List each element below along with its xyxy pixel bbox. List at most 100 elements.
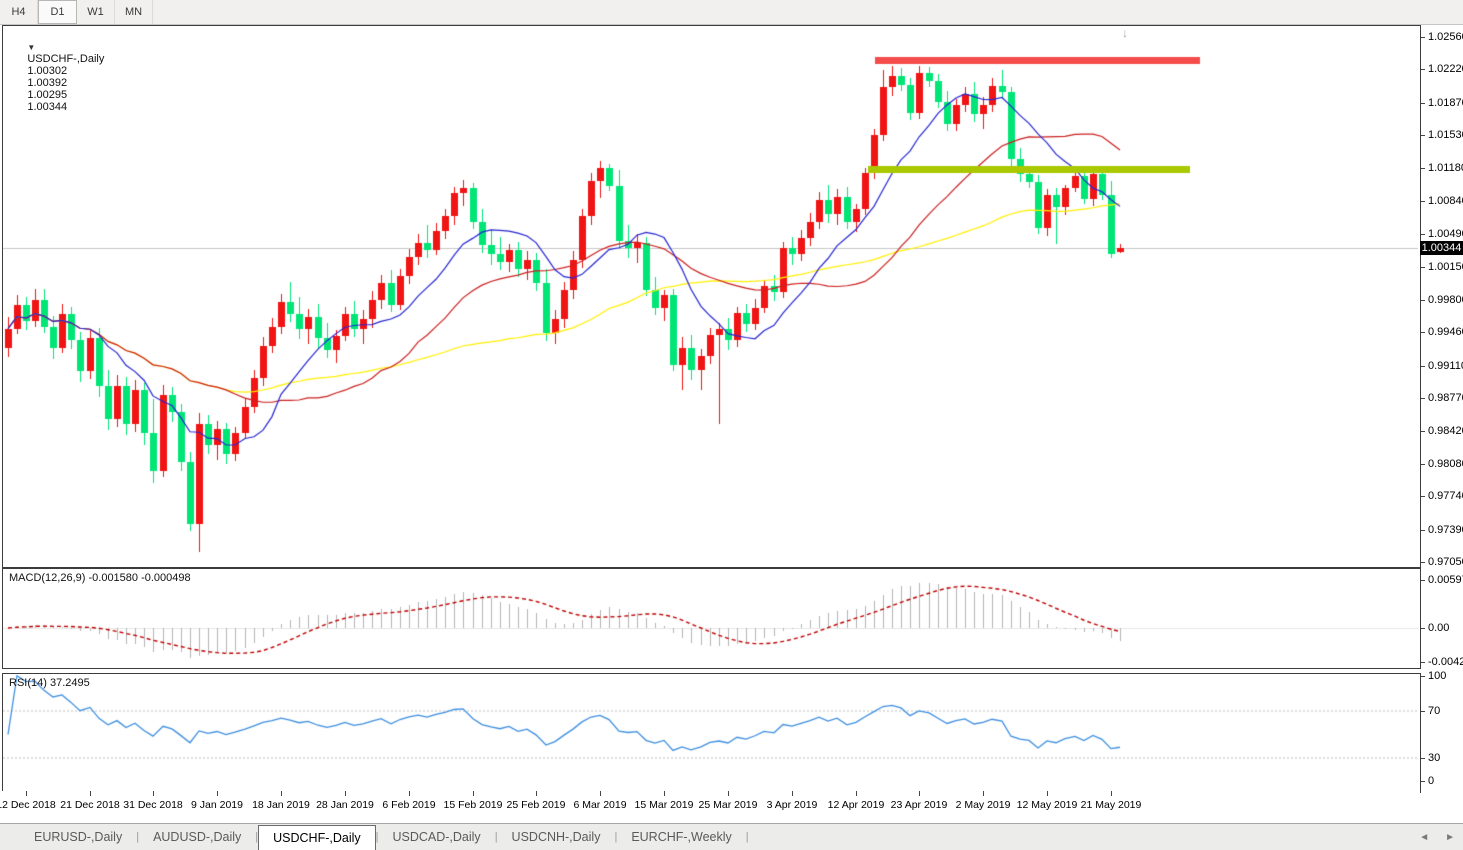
- date-axis-label: 12 Dec 2018: [0, 799, 56, 811]
- price-chart-panel: ▼ USDCHF-,Daily 1.00302 1.00392 1.00295 …: [2, 25, 1421, 568]
- date-axis-label: 6 Feb 2019: [382, 799, 435, 811]
- rsi-tick: [1421, 711, 1425, 712]
- timeframe-button-w1[interactable]: W1: [77, 0, 115, 24]
- timeframe-button-mn[interactable]: MN: [115, 0, 153, 24]
- tab-scroll-controls: ◄ ►: [1419, 824, 1455, 850]
- chart-shift-icon[interactable]: ↓: [1122, 26, 1128, 40]
- price-axis-label: 0.97050: [1428, 556, 1463, 568]
- price-axis-label: 1.01530: [1428, 129, 1463, 141]
- macd-axis-label: 0.00597: [1428, 574, 1463, 586]
- date-tick: [1111, 791, 1112, 796]
- price-axis-label: 0.98770: [1428, 392, 1463, 404]
- price-axis-label: 0.98420: [1428, 425, 1463, 437]
- tab-scroll-left-icon[interactable]: ◄: [1419, 832, 1429, 843]
- rsi-tick: [1421, 758, 1425, 759]
- price-tick: [1421, 398, 1425, 399]
- macd-indicator-chart[interactable]: [3, 569, 1418, 666]
- price-axis-label: 1.00490: [1428, 228, 1463, 240]
- macd-tick: [1421, 628, 1425, 629]
- price-tick: [1421, 300, 1425, 301]
- ohlc-open: 1.00302: [27, 65, 67, 77]
- date-tick: [345, 791, 346, 796]
- price-axis-label: 1.02560: [1428, 31, 1463, 43]
- rsi-axis-label: 70: [1428, 705, 1440, 717]
- price-tick: [1421, 234, 1425, 235]
- date-tick: [536, 791, 537, 796]
- price-axis-label: 1.00840: [1428, 195, 1463, 207]
- price-tick: [1421, 332, 1425, 333]
- date-tick: [919, 791, 920, 796]
- tab-separator: |: [746, 824, 749, 850]
- date-tick: [409, 791, 410, 796]
- date-tick: [664, 791, 665, 796]
- current-price-badge: 1.00344: [1420, 241, 1463, 255]
- rsi-axis-label: 0: [1428, 775, 1434, 787]
- date-tick: [983, 791, 984, 796]
- price-tick: [1421, 201, 1425, 202]
- tab-eurchf-weekly[interactable]: EURCHF-,Weekly: [617, 824, 745, 850]
- main-price-chart[interactable]: [3, 26, 1418, 565]
- price-axis-label: 1.00150: [1428, 261, 1463, 273]
- macd-axis-label: -0.004243: [1428, 656, 1463, 668]
- rsi-label: RSI(14) 37.2495: [9, 677, 90, 689]
- price-tick: [1421, 431, 1425, 432]
- price-axis-label: 1.01870: [1428, 97, 1463, 109]
- price-tick: [1421, 37, 1425, 38]
- price-tick: [1421, 69, 1425, 70]
- rsi-indicator-panel: RSI(14) 37.2495: [2, 673, 1421, 793]
- timeframe-button-h4[interactable]: H4: [0, 0, 38, 24]
- price-axis-label: 1.01180: [1428, 162, 1463, 174]
- chart-tab-bar: EURUSD-,Daily|AUDUSD-,Daily|USDCHF-,Dail…: [0, 823, 1463, 850]
- rsi-tick: [1421, 676, 1425, 677]
- date-tick: [217, 791, 218, 796]
- macd-main-value: -0.001580: [88, 572, 138, 584]
- date-axis-label: 25 Feb 2019: [507, 799, 566, 811]
- macd-tick: [1421, 580, 1425, 581]
- date-axis-label: 31 Dec 2018: [123, 799, 183, 811]
- date-axis-label: 21 May 2019: [1081, 799, 1142, 811]
- symbol-dropdown-icon[interactable]: ▼: [27, 43, 35, 52]
- price-tick: [1421, 168, 1425, 169]
- tab-usdchf-daily[interactable]: USDCHF-,Daily: [258, 825, 376, 850]
- price-axis-label: 0.97740: [1428, 490, 1463, 502]
- date-tick: [90, 791, 91, 796]
- timeframe-button-d1[interactable]: D1: [38, 0, 77, 24]
- price-axis-label: 0.99800: [1428, 294, 1463, 306]
- trading-terminal-window: H4D1W1MN ▼ USDCHF-,Daily 1.00302 1.00392…: [0, 0, 1463, 850]
- date-tick: [26, 791, 27, 796]
- date-axis[interactable]: 12 Dec 2018 21 Dec 201831 Dec 2018 9 Jan 2…: [2, 791, 1420, 822]
- date-axis-label: 25 Mar 2019: [699, 799, 758, 811]
- price-tick: [1421, 366, 1425, 367]
- tab-eurusd-daily[interactable]: EURUSD-,Daily: [20, 824, 136, 850]
- tab-scroll-right-icon[interactable]: ►: [1445, 832, 1455, 843]
- date-axis-label: 12 Apr 2019: [828, 799, 885, 811]
- date-axis-label: 6 Mar 2019: [573, 799, 626, 811]
- macd-tick: [1421, 662, 1425, 663]
- tab-usdcad-daily[interactable]: USDCAD-,Daily: [378, 824, 494, 850]
- date-axis-label: 15 Feb 2019: [444, 799, 503, 811]
- price-axis-label: 0.97390: [1428, 524, 1463, 536]
- date-axis-label: 21 Dec 2018: [60, 799, 120, 811]
- rsi-indicator-chart[interactable]: [3, 674, 1418, 790]
- rsi-axis-label: 30: [1428, 752, 1440, 764]
- date-tick: [281, 791, 282, 796]
- price-tick: [1421, 103, 1425, 104]
- tab-audusd-daily[interactable]: AUDUSD-,Daily: [139, 824, 255, 850]
- macd-indicator-panel: MACD(12,26,9) -0.001580 -0.000498: [2, 568, 1421, 669]
- macd-signal-value: -0.000498: [141, 572, 191, 584]
- date-tick: [153, 791, 154, 796]
- price-axis-label: 1.02220: [1428, 63, 1463, 75]
- ohlc-close: 1.00344: [27, 101, 67, 113]
- timeframe-toolbar: H4D1W1MN: [0, 0, 1463, 25]
- price-axis-label: 0.99460: [1428, 326, 1463, 338]
- price-axis[interactable]: 1.02560 1.02220 1.01870 1.01530 1.01180 1.008…: [1421, 25, 1463, 791]
- date-tick: [792, 791, 793, 796]
- date-axis-label: 12 May 2019: [1017, 799, 1078, 811]
- price-tick: [1421, 464, 1425, 465]
- date-tick: [600, 791, 601, 796]
- date-axis-label: 9 Jan 2019: [191, 799, 243, 811]
- macd-label: MACD(12,26,9) -0.001580 -0.000498: [9, 572, 191, 584]
- tab-usdcnh-daily[interactable]: USDCNH-,Daily: [498, 824, 615, 850]
- price-tick: [1421, 562, 1425, 563]
- rsi-axis-label: 100: [1428, 670, 1446, 682]
